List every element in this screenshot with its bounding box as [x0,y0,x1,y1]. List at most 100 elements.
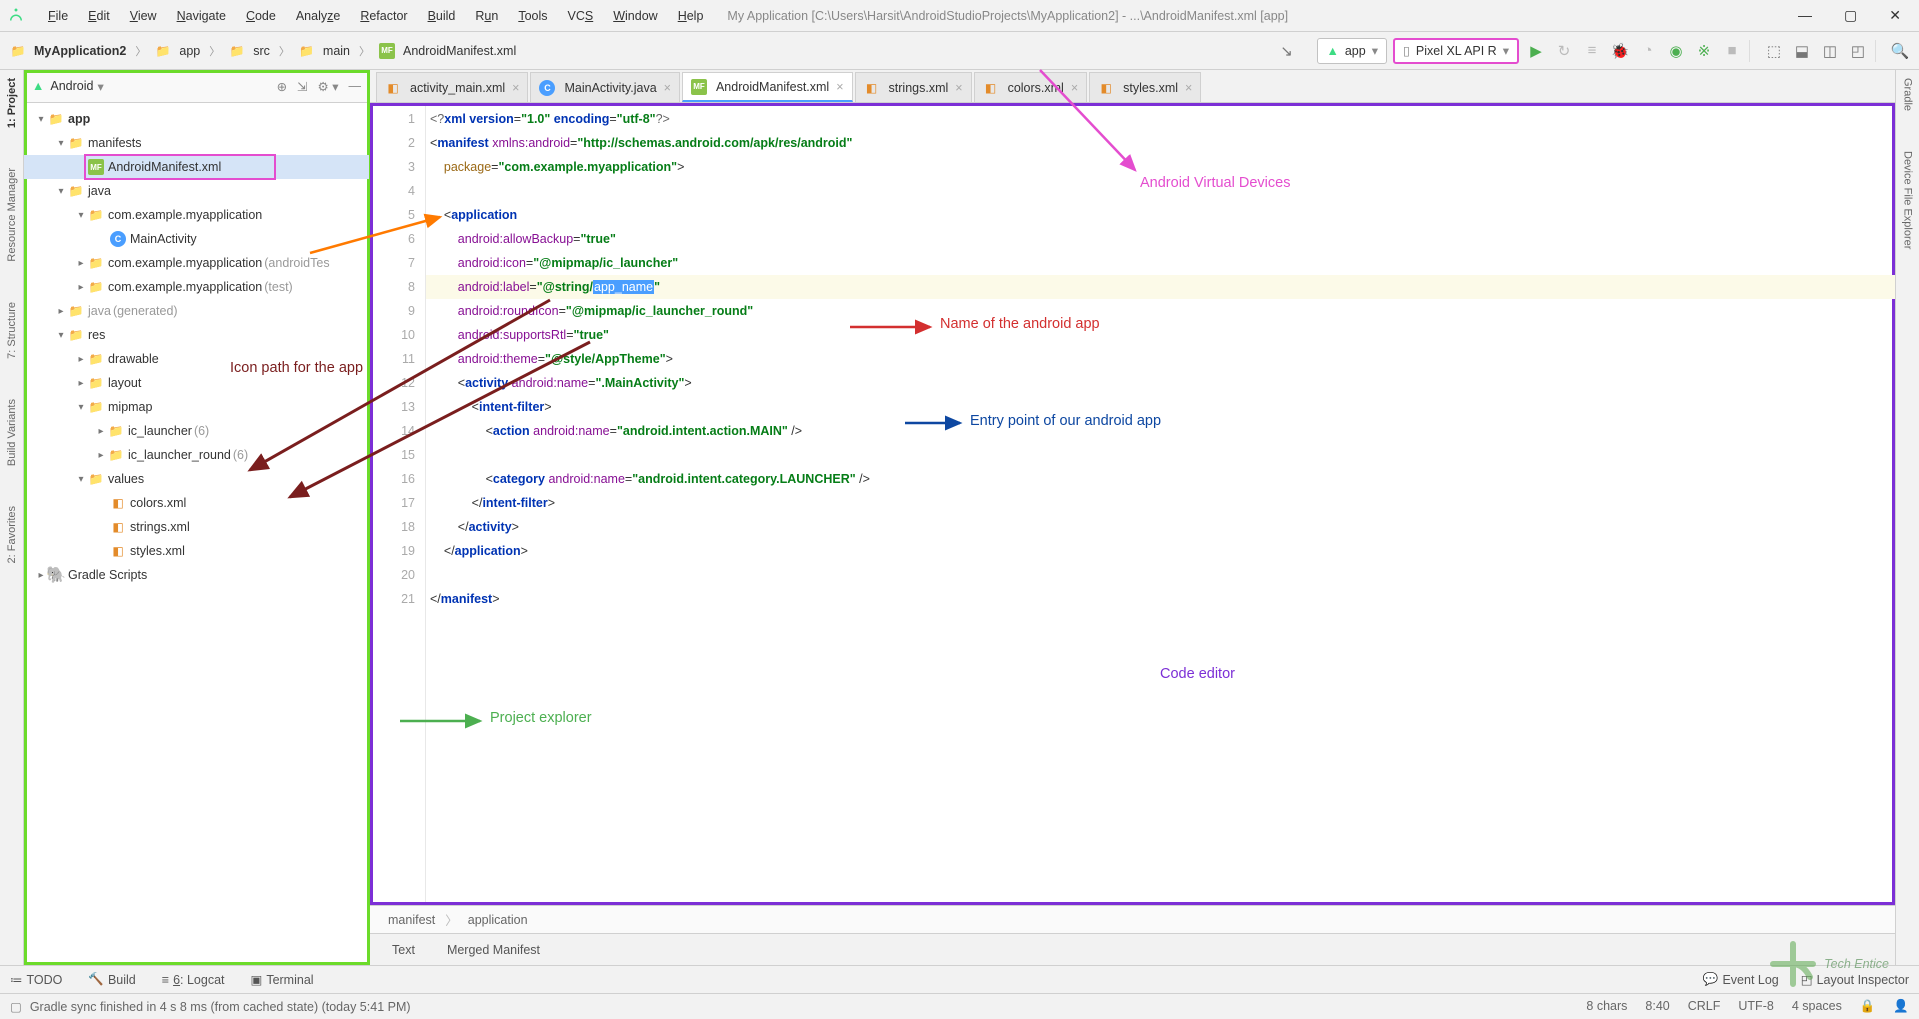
bottom-build[interactable]: 🔨 Build [88,972,135,987]
menu-tools[interactable]: Tools [508,5,557,27]
gear-icon[interactable]: ⚙ ▾ [318,79,339,94]
lock-icon[interactable]: ▢ [10,999,22,1014]
profile-icon[interactable]: ◉ [1665,40,1687,62]
avd-manager-icon[interactable]: ⬚ [1763,40,1785,62]
menu-refactor[interactable]: Refactor [350,5,417,27]
tree-mipmap[interactable]: ▾📁mipmap [24,395,369,419]
stop-icon[interactable]: ■ [1721,40,1743,62]
tree-androidmanifest[interactable]: MFAndroidManifest.xml [24,155,369,179]
run-config-combo[interactable]: ▲ app ▾ [1317,38,1387,64]
bottom-todo[interactable]: ≔ TODO [10,972,62,987]
crumb-main[interactable]: 📁main [297,41,352,61]
target-icon[interactable]: ⊕ [277,79,287,94]
sync-icon[interactable]: ↘ [1275,40,1297,62]
chevron-right-icon: 〉 [279,43,290,59]
crumb-src[interactable]: 📁src [227,41,272,61]
collapse-icon[interactable]: ⇲ [297,79,307,94]
minimize-button[interactable]: — [1798,7,1812,24]
close-icon[interactable]: × [664,81,671,95]
bottom-terminal[interactable]: ▣ Terminal [251,972,314,987]
menu-help[interactable]: Help [668,5,714,27]
padlock-icon[interactable]: 🔒 [1860,999,1876,1014]
close-icon[interactable]: × [836,80,843,94]
tree-drawable[interactable]: ▸📁drawable [24,347,369,371]
tree-gradle-scripts[interactable]: ▸🐘Gradle Scripts [24,563,369,587]
tab-androidmanifest[interactable]: MFAndroidManifest.xml× [682,72,853,102]
status-pos[interactable]: 8:40 [1645,999,1669,1014]
code-area[interactable]: <?xml version="1.0" encoding="utf-8"?><m… [426,103,1895,905]
project-view-combo[interactable]: Android ▾ [50,79,103,94]
tab-styles[interactable]: ◧styles.xml× [1089,72,1201,102]
menu-navigate[interactable]: Navigate [167,5,236,27]
close-icon[interactable]: × [1185,81,1192,95]
rail-project[interactable]: 1: Project [6,78,18,128]
status-encoding[interactable]: UTF-8 [1738,999,1773,1014]
close-icon[interactable]: × [512,81,519,95]
maximize-button[interactable]: ▢ [1844,7,1857,24]
menu-analyze[interactable]: Analyze [286,5,350,27]
bottom-logcat[interactable]: ≡ 6: Logcat [162,973,225,987]
apply-changes-icon[interactable]: ↻ [1553,40,1575,62]
mode-text[interactable]: Text [390,939,417,961]
coverage-icon[interactable]: ◔ [1637,40,1659,62]
menu-run[interactable]: Run [465,5,508,27]
hide-icon[interactable]: — [349,79,362,94]
rail-structure[interactable]: 7: Structure [6,302,18,359]
tree-java-generated[interactable]: ▸📁java(generated) [24,299,369,323]
tree-mainactivity[interactable]: CMainActivity [24,227,369,251]
status-indent[interactable]: 4 spaces [1792,999,1842,1014]
mode-merged[interactable]: Merged Manifest [445,939,542,961]
status-line-ending[interactable]: CRLF [1688,999,1721,1014]
menu-build[interactable]: Build [418,5,466,27]
tree-ic-launcher[interactable]: ▸📁ic_launcher(6) [24,419,369,443]
close-button[interactable]: ✕ [1889,7,1901,24]
menu-file[interactable]: File [38,5,78,27]
tree-manifests[interactable]: ▾📁manifests [24,131,369,155]
attach-debugger-icon[interactable]: ※ [1693,40,1715,62]
close-icon[interactable]: × [955,81,962,95]
debug-icon[interactable]: 🐞 [1609,40,1631,62]
crumb-manifest[interactable]: manifest [388,913,435,927]
rail-build-variants[interactable]: Build Variants [6,399,18,466]
menu-vcs[interactable]: VCS [558,5,604,27]
device-combo[interactable]: ▯ Pixel XL API R ▾ [1393,38,1519,64]
menu-window[interactable]: Window [603,5,667,27]
tab-strings[interactable]: ◧strings.xml× [855,72,972,102]
tree-strings-xml[interactable]: ◧strings.xml [24,515,369,539]
rail-favorites[interactable]: 2: Favorites [6,506,18,563]
sdk-manager-icon[interactable]: ⬓ [1791,40,1813,62]
tree-values[interactable]: ▾📁values [24,467,369,491]
crumb-project[interactable]: 📁MyApplication2 [8,41,128,61]
tree-pkg-androidtest[interactable]: ▸📁com.example.myapplication(androidTes [24,251,369,275]
tree-pkg-main[interactable]: ▾📁com.example.myapplication [24,203,369,227]
search-icon[interactable]: 🔍 [1889,40,1911,62]
crumb-application[interactable]: application [468,913,528,927]
nav-toolbar: 📁MyApplication2 〉 📁app 〉 📁src 〉 📁main 〉 … [0,32,1919,70]
tab-mainactivity[interactable]: CMainActivity.java× [530,72,679,102]
tree-layout[interactable]: ▸📁layout [24,371,369,395]
crumb-app[interactable]: 📁app [153,41,202,61]
tree-res[interactable]: ▾📁res [24,323,369,347]
tab-colors[interactable]: ◧colors.xml× [974,72,1088,102]
inspector-icon[interactable]: 👤 [1893,999,1909,1014]
crumb-file[interactable]: MFAndroidManifest.xml [377,41,518,61]
close-icon[interactable]: × [1071,81,1078,95]
tree-pkg-test[interactable]: ▸📁com.example.myapplication(test) [24,275,369,299]
menu-view[interactable]: View [120,5,167,27]
tree-java[interactable]: ▾📁java [24,179,369,203]
menu-edit[interactable]: Edit [78,5,120,27]
tree-styles-xml[interactable]: ◧styles.xml [24,539,369,563]
tree-colors-xml[interactable]: ◧colors.xml [24,491,369,515]
tree-ic-launcher-round[interactable]: ▸📁ic_launcher_round(6) [24,443,369,467]
menu-code[interactable]: Code [236,5,286,27]
rail-device-file-explorer[interactable]: Device File Explorer [1902,151,1914,249]
tab-activity-main[interactable]: ◧activity_main.xml× [376,72,528,102]
resource-manager-icon[interactable]: ◫ [1819,40,1841,62]
apply-code-icon[interactable]: ≡ [1581,40,1603,62]
layout-inspector-icon[interactable]: ◰ [1847,40,1869,62]
rail-gradle[interactable]: Gradle [1902,78,1914,111]
rail-resource-manager[interactable]: Resource Manager [6,168,18,262]
project-tree[interactable]: ▾📁app ▾📁manifests MFAndroidManifest.xml … [24,103,369,965]
tree-app-module[interactable]: ▾📁app [24,107,369,131]
run-icon[interactable]: ▶ [1525,40,1547,62]
